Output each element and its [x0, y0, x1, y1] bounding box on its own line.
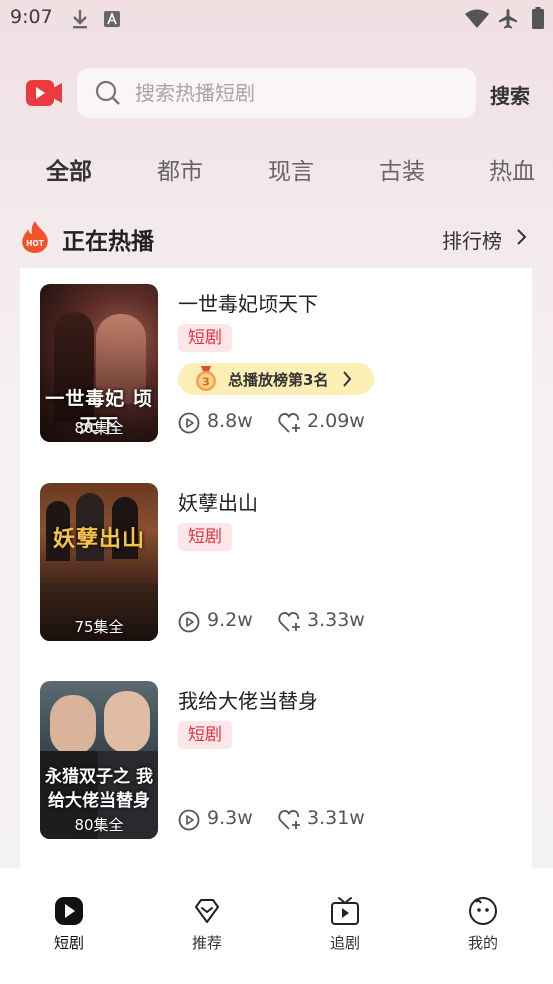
tab-romance[interactable]: 现言 — [268, 152, 314, 186]
play-count-value: 8.8w — [207, 410, 253, 432]
hot-badge-text: HOT — [26, 239, 45, 248]
tv-icon — [331, 897, 359, 925]
ranking-link[interactable]: 排行榜 — [442, 225, 527, 254]
tab-costume[interactable]: 古装 — [379, 152, 425, 186]
status-time: 9:07 — [10, 6, 53, 28]
category-tabs: 全部 都市 现言 古装 热血 — [0, 148, 553, 192]
heart-plus-icon — [278, 413, 300, 433]
status-bar: 9:07 — [0, 0, 553, 40]
play-count-value: 9.3w — [207, 807, 253, 829]
genre-tag: 短剧 — [178, 523, 232, 551]
search-icon — [95, 80, 120, 105]
play-circle-icon — [178, 809, 200, 831]
heart-plus-icon — [278, 810, 300, 830]
play-circle-icon — [178, 611, 200, 633]
tab-all[interactable]: 全部 — [46, 152, 92, 186]
drama-title: 我给大佬当替身 — [178, 689, 318, 713]
airplane-icon — [499, 9, 517, 29]
episode-count: 80集全 — [74, 816, 124, 834]
drama-list: 一世毒妃 顷天下 80集全 一世毒妃顷天下 短剧 3 总播放榜第3名 8.8w … — [20, 268, 532, 888]
nav-profile[interactable]: 我的 — [438, 896, 528, 953]
poster-image: 妖孽出山 75集全 — [40, 483, 158, 641]
bottom-nav: 短剧 推荐 追剧 我的 — [0, 868, 553, 984]
drama-item[interactable]: 一世毒妃 顷天下 80集全 一世毒妃顷天下 短剧 3 总播放榜第3名 8.8w … — [20, 268, 532, 442]
battery-icon — [532, 7, 544, 29]
drama-title: 一世毒妃顷天下 — [178, 292, 318, 316]
section-title: 正在热播 — [62, 229, 154, 255]
nav-short-drama[interactable]: 短剧 — [24, 896, 114, 953]
drama-title: 妖孽出山 — [178, 491, 258, 515]
nav-label: 我的 — [467, 934, 498, 952]
like-count-value: 3.33w — [307, 609, 365, 631]
recommend-icon — [195, 899, 219, 923]
nav-recommend[interactable]: 推荐 — [162, 896, 252, 953]
like-count-value: 3.31w — [307, 807, 365, 829]
tab-action[interactable]: 热血 — [489, 152, 535, 186]
search-input[interactable] — [135, 68, 455, 118]
like-count-value: 2.09w — [307, 410, 365, 432]
medal-icon: 3 — [196, 366, 216, 391]
genre-tag: 短剧 — [178, 324, 232, 352]
genre-tag: 短剧 — [178, 721, 232, 749]
nav-label: 追剧 — [329, 934, 360, 952]
episode-count: 75集全 — [74, 618, 124, 636]
nav-label: 短剧 — [53, 934, 84, 952]
font-app-icon — [104, 11, 120, 27]
rank-text: 总播放榜第3名 — [228, 371, 329, 389]
drama-item[interactable]: 永猎双子之 我给大佬当替身 80集全 我给大佬当替身 短剧 9.3w 3.31w — [20, 665, 532, 839]
nav-label: 推荐 — [191, 934, 222, 952]
chevron-right-icon — [517, 229, 527, 245]
heart-plus-icon — [278, 612, 300, 632]
poster-title: 妖孽出山 — [52, 526, 145, 552]
play-circle-icon — [178, 412, 200, 434]
nav-following[interactable]: 追剧 — [300, 896, 390, 953]
rank-badge[interactable]: 3 总播放榜第3名 — [178, 363, 374, 395]
chevron-right-icon — [343, 371, 352, 387]
search-button[interactable]: 搜索 — [490, 80, 530, 109]
poster-image: 永猎双子之 我给大佬当替身 80集全 — [40, 681, 158, 839]
play-count-value: 9.2w — [207, 609, 253, 631]
poster-image: 一世毒妃 顷天下 80集全 — [40, 284, 158, 442]
wifi-icon — [465, 9, 489, 28]
tab-city[interactable]: 都市 — [157, 152, 203, 186]
app-logo-icon — [26, 80, 62, 106]
drama-item[interactable]: 妖孽出山 75集全 妖孽出山 短剧 9.2w 3.33w — [20, 467, 532, 641]
medal-rank-number: 3 — [202, 376, 210, 389]
ranking-label: 排行榜 — [442, 229, 502, 253]
poster-title: 永猎双子之 我给大佬当替身 — [45, 767, 153, 811]
hot-flame-icon: HOT — [22, 221, 48, 253]
play-icon — [55, 897, 83, 925]
profile-icon — [469, 897, 497, 925]
download-icon — [73, 10, 87, 29]
episode-count: 80集全 — [74, 419, 124, 437]
search-box[interactable] — [77, 68, 476, 118]
